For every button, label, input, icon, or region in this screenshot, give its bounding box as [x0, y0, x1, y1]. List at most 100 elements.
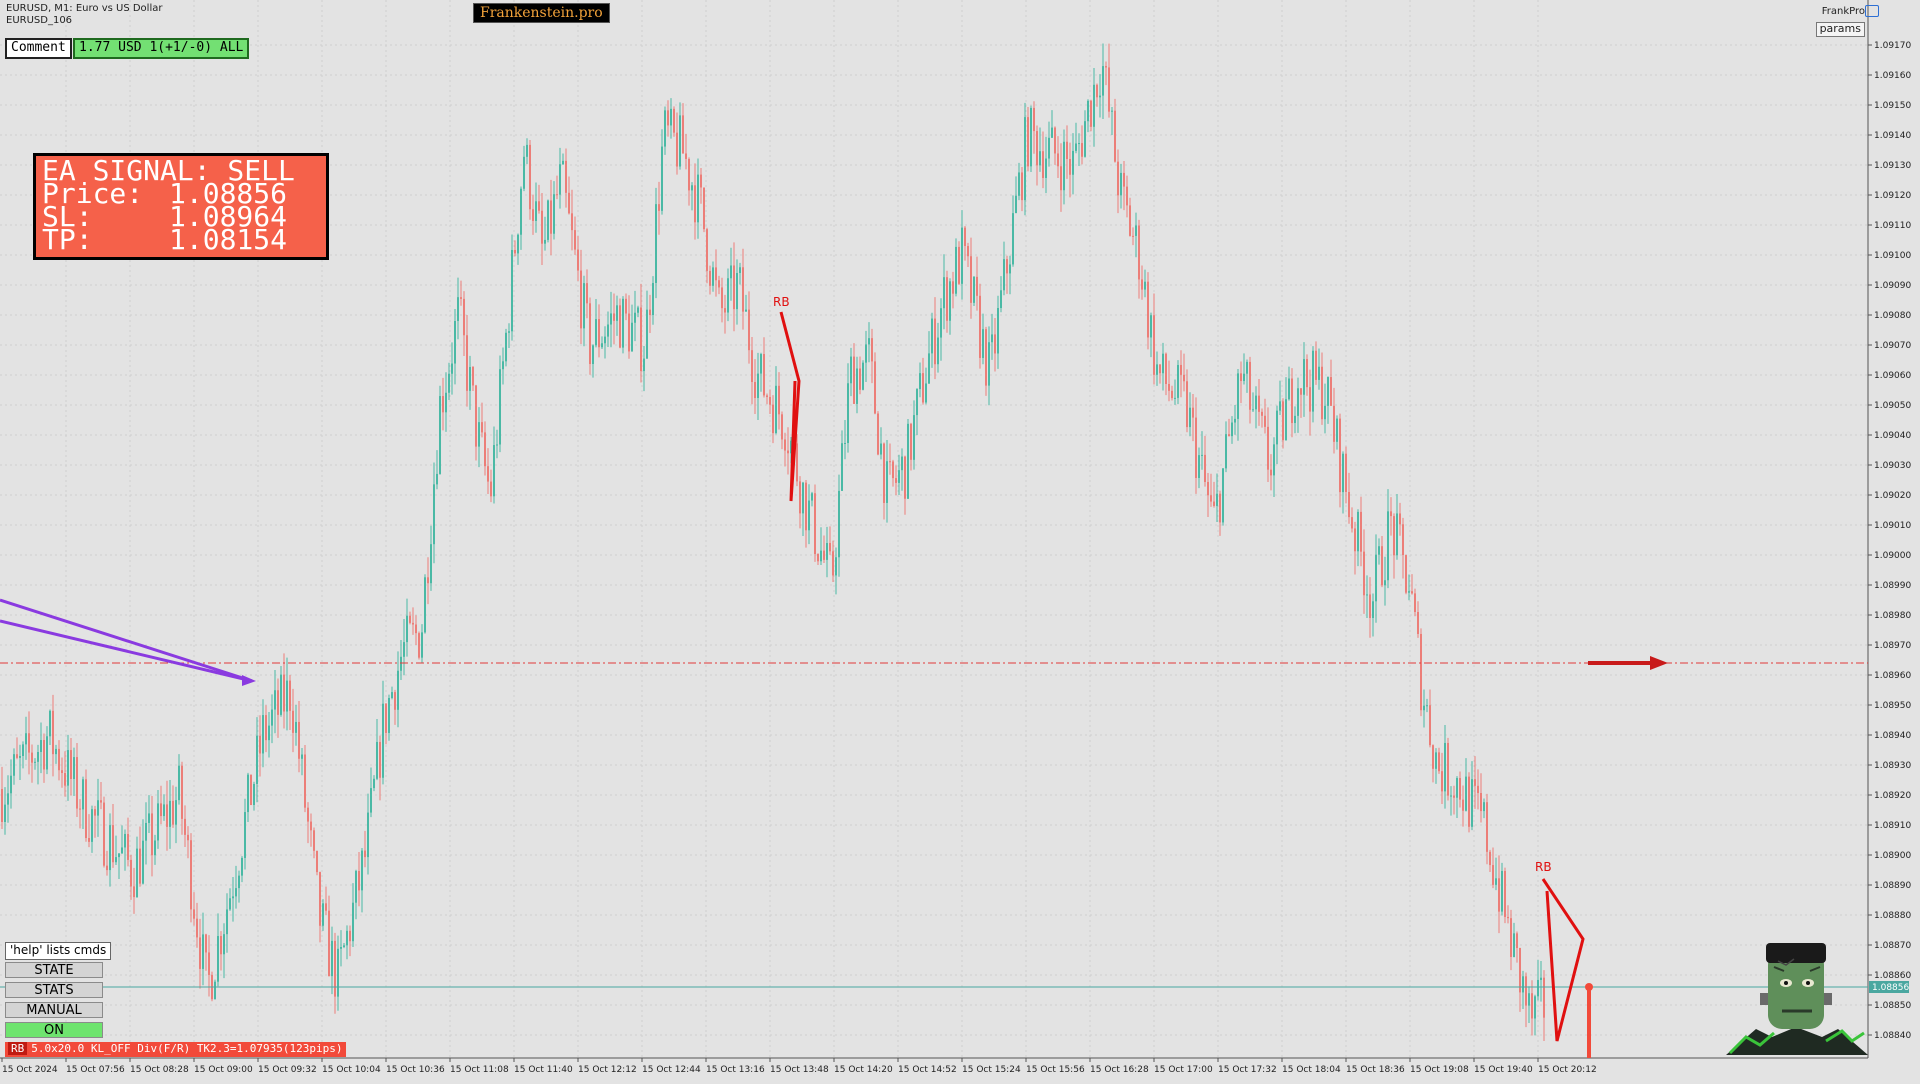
candle-body: [703, 187, 705, 230]
help-button[interactable]: 'help' lists cmds: [5, 942, 112, 960]
symbol-title: EURUSD, M1: Euro vs US Dollar: [6, 3, 163, 14]
candle-body: [343, 945, 345, 948]
candle-body: [859, 368, 861, 390]
candle-body: [1162, 353, 1164, 374]
candle-body: [1237, 373, 1239, 419]
candle-body: [442, 396, 444, 413]
candle-body: [271, 709, 273, 726]
candle-body: [79, 808, 81, 810]
candle-body: [520, 188, 522, 235]
candle-body: [1165, 353, 1167, 384]
candle-body: [745, 309, 747, 312]
candle-body: [700, 174, 702, 188]
candle-body: [1279, 401, 1281, 411]
candle-body: [1378, 546, 1380, 555]
candle-body: [877, 413, 879, 455]
candle-body: [1105, 66, 1107, 68]
candle-body: [781, 414, 783, 440]
candle-body: [1024, 117, 1026, 201]
state-button[interactable]: STATE: [5, 962, 103, 978]
candle-body: [943, 277, 945, 309]
candle-body: [1045, 158, 1047, 178]
params-button[interactable]: params: [1815, 22, 1865, 37]
candle-body: [610, 313, 612, 325]
candle-body: [742, 267, 744, 312]
candle-body: [1153, 315, 1155, 375]
candle-body: [1015, 195, 1017, 214]
candle-body: [946, 277, 948, 321]
candle-body: [1417, 611, 1419, 634]
candle-body: [28, 733, 30, 753]
candle-body: [187, 834, 189, 841]
candle-body: [1477, 785, 1479, 794]
candle-body: [658, 204, 660, 211]
candle-body: [1138, 225, 1140, 280]
candle-body: [1123, 172, 1125, 187]
candle-body: [232, 896, 234, 899]
candle-body: [925, 383, 927, 403]
candle-body: [1318, 366, 1320, 380]
candle-body: [286, 680, 288, 712]
candle-body: [673, 108, 675, 133]
candle-body: [427, 577, 429, 584]
time-tick-label: 15 Oct 09:00: [194, 1065, 253, 1075]
candle-body: [34, 761, 36, 763]
candle-body: [445, 392, 447, 413]
candle-body: [1120, 172, 1122, 196]
candle-body: [898, 470, 900, 483]
candle-body: [1474, 779, 1476, 786]
candle-body: [1246, 361, 1248, 374]
candle-body: [58, 748, 60, 771]
candle-body: [1039, 151, 1041, 166]
candle-body: [1180, 364, 1182, 375]
time-tick-label: 15 Oct 17:00: [1154, 1065, 1213, 1075]
candle-body: [1171, 390, 1173, 399]
candle-body: [592, 345, 594, 365]
candle-body: [670, 108, 672, 126]
candle-body: [1426, 705, 1428, 707]
price-tick-label: 1.08910: [1874, 821, 1911, 831]
stats-button[interactable]: STATS: [5, 982, 103, 998]
candle-body: [1543, 977, 1545, 1018]
brand-tag[interactable]: Frankenstein.pro: [473, 3, 610, 23]
candle-body: [526, 144, 528, 157]
candle-body: [985, 329, 987, 386]
candle-body: [280, 674, 282, 715]
candle-body: [1459, 778, 1461, 800]
candle-body: [502, 361, 504, 370]
candle-body: [1441, 771, 1443, 792]
candle-body: [1396, 513, 1398, 556]
price-tick-label: 1.08960: [1874, 671, 1911, 681]
candle-body: [955, 246, 957, 294]
price-tick-label: 1.09040: [1874, 431, 1911, 441]
price-tick-label: 1.09140: [1874, 131, 1911, 141]
candle-body: [382, 703, 384, 778]
signal-key: TP:: [42, 223, 93, 256]
on-toggle-button[interactable]: ON: [5, 1022, 103, 1038]
candle-body: [1540, 977, 1542, 980]
candle-body: [1516, 933, 1518, 949]
manual-button[interactable]: MANUAL: [5, 1002, 103, 1018]
time-tick-label: 15 Oct 15:56: [1026, 1065, 1085, 1075]
candle-body: [559, 164, 561, 195]
candle-body: [508, 331, 510, 333]
candle-body: [736, 272, 738, 310]
candle-body: [1363, 551, 1365, 596]
candle-body: [763, 354, 765, 396]
candle-body: [25, 733, 27, 745]
candle-body: [775, 385, 777, 434]
candle-body: [1204, 454, 1206, 482]
candle-body: [895, 478, 897, 483]
signal-value: 1.08154: [169, 223, 288, 256]
price-tick-label: 1.08850: [1874, 1001, 1911, 1011]
graduation-cap-icon[interactable]: [1865, 5, 1879, 17]
candle-body: [1258, 395, 1260, 412]
candle-body: [637, 307, 639, 313]
candle-body: [646, 309, 648, 359]
candle-body: [331, 940, 333, 977]
candle-body: [544, 239, 546, 244]
candle-body: [931, 318, 933, 354]
price-tick-label: 1.08970: [1874, 641, 1911, 651]
candle-body: [718, 280, 720, 288]
candle-body: [1450, 795, 1452, 797]
